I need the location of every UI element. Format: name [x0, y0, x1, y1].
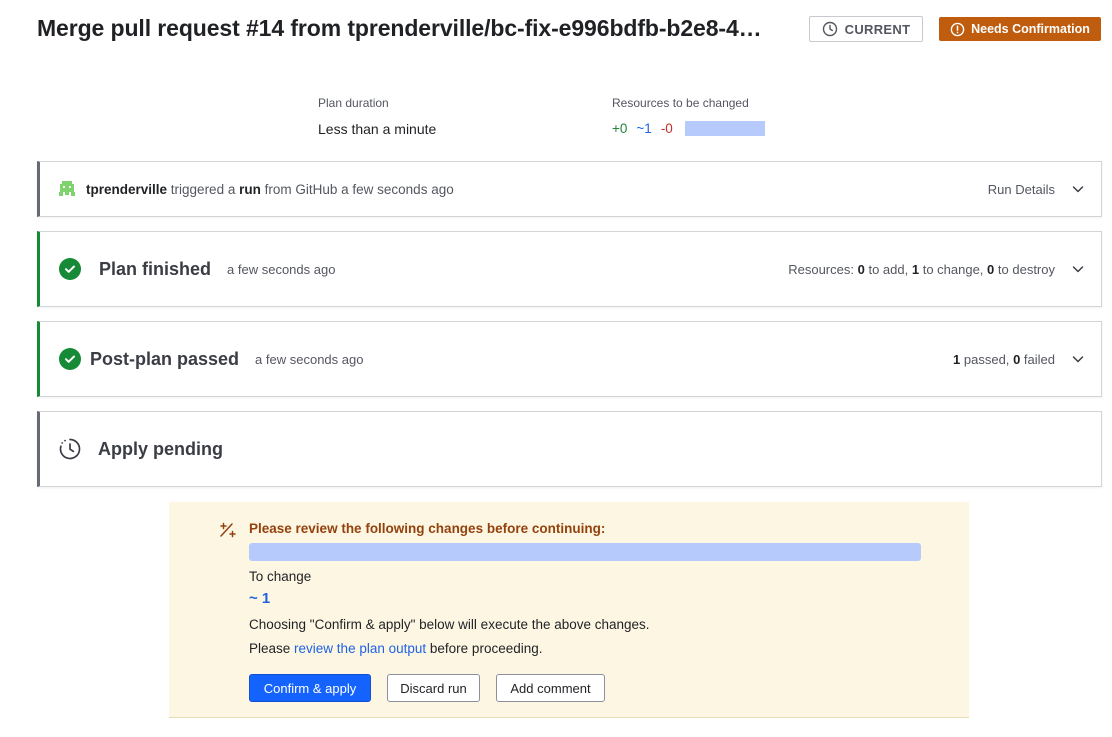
- trigger-text-1: triggered a: [170, 181, 236, 197]
- plan-duration: Plan duration Less than a minute: [318, 96, 436, 137]
- notice-line-2-post: before proceeding.: [429, 641, 543, 656]
- resources-label: Resources to be changed: [612, 96, 749, 110]
- trigger-text: tprenderville triggered a run from GitHu…: [86, 182, 454, 197]
- to-change-value: ~ 1: [249, 590, 271, 607]
- needs-confirmation-label: Needs Confirmation: [971, 22, 1090, 36]
- apply-pending-title: Apply pending: [98, 438, 223, 459]
- run-details-label[interactable]: Run Details: [988, 182, 1055, 197]
- notice-heading: Please review the following changes befo…: [249, 521, 606, 536]
- current-badge: CURRENT: [809, 16, 923, 42]
- plan-resources-summary: Resources: 0 to add, 1 to change, 0 to d…: [788, 262, 1055, 277]
- resource-change-bar: [684, 121, 765, 136]
- plan-add-count: 0: [857, 261, 865, 277]
- discard-run-button[interactable]: Discard run: [387, 674, 480, 702]
- confirm-apply-button[interactable]: Confirm & apply: [249, 674, 371, 702]
- plan-destroy-text: to destroy: [997, 261, 1055, 277]
- add-comment-button[interactable]: Add comment: [496, 674, 605, 702]
- plan-destroy-count: 0: [987, 261, 995, 277]
- current-badge-label: CURRENT: [844, 21, 911, 37]
- post-plan-summary: 1 passed, 0 failed: [953, 352, 1055, 367]
- plan-change-text: to change,: [922, 261, 984, 277]
- run-title: Merge pull request #14 from tprendervill…: [37, 15, 762, 41]
- plan-add-text: to add,: [868, 261, 909, 277]
- avatar: [58, 180, 76, 198]
- notice-line-2: Please review the plan output before pro…: [249, 641, 543, 656]
- clock-icon: [822, 21, 837, 37]
- check-circle-icon: [59, 348, 81, 370]
- trigger-text-2: from GitHub a few seconds ago: [264, 181, 454, 197]
- apply-pending-card: Apply pending: [37, 411, 1102, 487]
- plan-finished-card[interactable]: Plan finished a few seconds ago Resource…: [37, 231, 1102, 307]
- resources-add-count: +0: [612, 121, 628, 136]
- notice-line-2-pre: Please: [249, 641, 291, 656]
- diff-icon: [220, 522, 236, 538]
- plan-change-count: 1: [911, 261, 920, 277]
- resources-destroy-count: -0: [660, 121, 673, 136]
- plan-finished-time: a few seconds ago: [227, 261, 336, 277]
- check-circle-icon: [59, 258, 81, 280]
- needs-confirmation-badge: Needs Confirmation: [939, 17, 1101, 41]
- alert-circle-icon: [950, 22, 965, 36]
- chevron-down-icon[interactable]: [1071, 182, 1085, 196]
- run-trigger-card[interactable]: tprenderville triggered a run from GitHu…: [37, 161, 1102, 217]
- trigger-run-link[interactable]: run: [239, 182, 261, 197]
- plan-duration-value: Less than a minute: [318, 121, 437, 137]
- resources-to-change: Resources to be changed +0 ~1 -0: [612, 96, 765, 136]
- post-plan-time: a few seconds ago: [255, 351, 364, 367]
- plan-duration-label: Plan duration: [318, 96, 389, 110]
- trigger-user[interactable]: tprenderville: [86, 182, 167, 197]
- resource-counts: +0 ~1 -0: [612, 121, 765, 136]
- review-plan-output-link[interactable]: review the plan output: [294, 641, 426, 656]
- post-plan-title: Post-plan passed: [90, 348, 240, 369]
- failed-count: 0: [1013, 351, 1021, 367]
- confirmation-panel: Please review the following changes befo…: [169, 502, 969, 718]
- pending-clock-icon: [59, 438, 81, 460]
- chevron-down-icon[interactable]: [1071, 352, 1085, 366]
- resources-change-count: ~1: [636, 121, 652, 136]
- post-plan-card[interactable]: Post-plan passed a few seconds ago 1 pas…: [37, 321, 1102, 397]
- passed-count: 1: [953, 351, 961, 367]
- notice-line-1: Choosing "Confirm & apply" below will ex…: [249, 617, 650, 632]
- change-summary-bar: [249, 543, 921, 561]
- chevron-down-icon[interactable]: [1071, 262, 1085, 276]
- passed-text: passed,: [963, 351, 1010, 367]
- to-change-label: To change: [249, 569, 312, 584]
- failed-text: failed: [1023, 351, 1055, 367]
- plan-finished-title: Plan finished: [99, 258, 212, 279]
- plan-resources-prefix: Resources:: [788, 261, 854, 277]
- run-header: Merge pull request #14 from tprendervill…: [37, 14, 1102, 44]
